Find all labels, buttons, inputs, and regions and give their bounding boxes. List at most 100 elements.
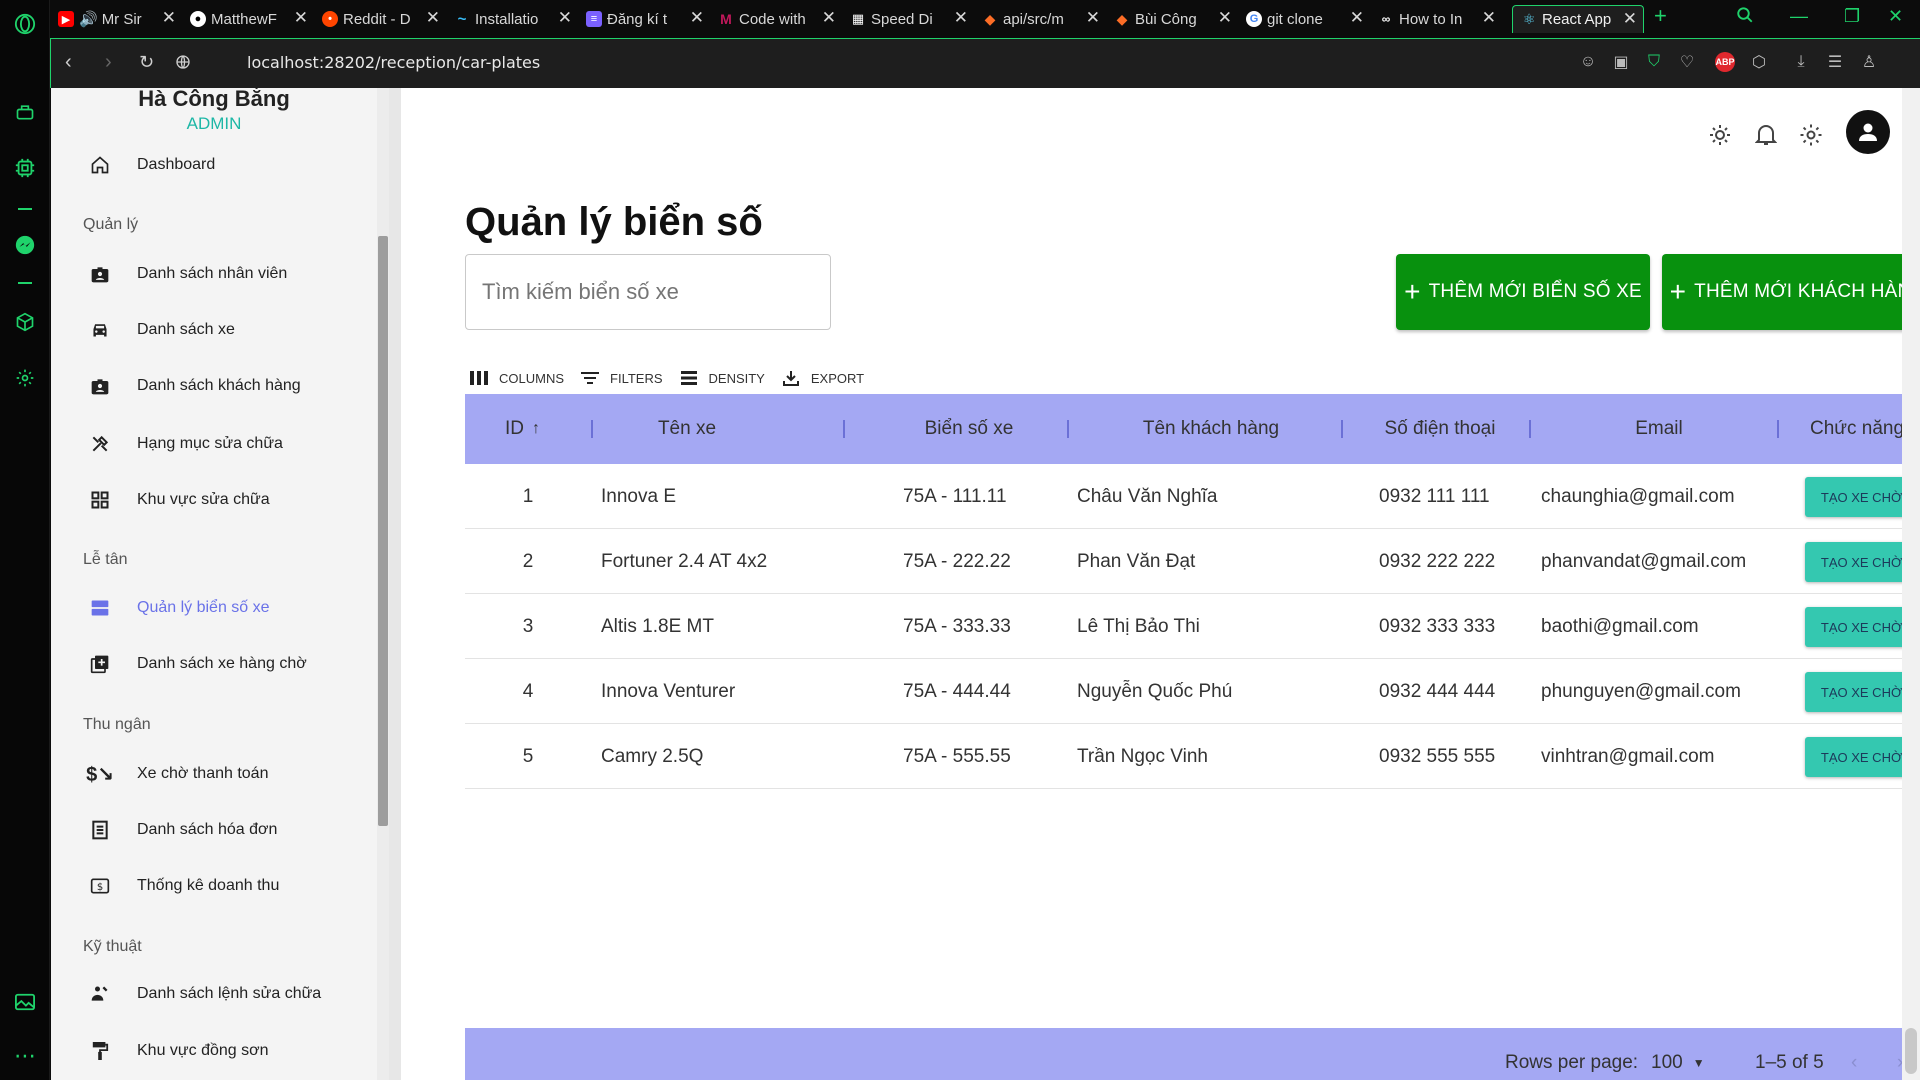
close-icon[interactable]: ✕ — [162, 8, 176, 28]
sidebar-item-plates[interactable]: Quản lý biển số xe — [89, 588, 369, 628]
column-header-id[interactable]: ID ↑ — [505, 394, 540, 464]
close-icon[interactable]: ✕ — [294, 8, 308, 28]
table-row[interactable]: 3 Altis 1.8E MT 75A - 333.33 Lê Thị Bảo … — [465, 594, 1920, 659]
close-icon[interactable]: ✕ — [954, 8, 968, 28]
avatar[interactable] — [1846, 110, 1890, 154]
sidebar-item-invoices[interactable]: Danh sách hóa đơn — [89, 810, 369, 850]
table-row[interactable]: 2 Fortuner 2.4 AT 4x2 75A - 222.22 Phan … — [465, 529, 1920, 594]
new-tab-icon[interactable]: + — [1654, 3, 1667, 29]
table-row[interactable]: 1 Innova E 75A - 111.11 Châu Văn Nghĩa 0… — [465, 464, 1920, 529]
wallpaper-icon[interactable] — [13, 990, 37, 1014]
tab-register[interactable]: ≡ Đăng kí t ✕ — [578, 5, 710, 33]
gx-control-icon[interactable] — [13, 100, 37, 124]
tab-youtube[interactable]: ▶ 🔊 Mr Sir ✕ — [50, 5, 182, 33]
page-scrollbar[interactable] — [1902, 88, 1920, 1080]
sidebar-item-revenue[interactable]: $ Thống kê doanh thu — [89, 866, 369, 906]
sidebar-item-paint-area[interactable]: Khu vực đồng sơn — [89, 1031, 369, 1071]
sidebar-item-repair-orders[interactable]: Danh sách lệnh sửa chữa — [89, 974, 369, 1014]
sidebar-scrollbar-thumb[interactable] — [378, 236, 388, 826]
profile-icon[interactable]: ♙ — [1859, 52, 1879, 72]
sidebar-item-repair-areas[interactable]: Khu vực sửa chữa — [89, 480, 369, 520]
opera-logo-icon[interactable] — [13, 12, 37, 36]
cpu-limiter-icon[interactable] — [13, 156, 37, 180]
infinity-icon: ∞ — [1381, 12, 1391, 26]
sidebar-item-repair-categories[interactable]: Hạng mục sửa chữa — [89, 424, 369, 464]
tab-speed-dial[interactable]: ▦ Speed Di ✕ — [842, 5, 974, 33]
close-icon[interactable]: ✕ — [1218, 8, 1232, 28]
column-header-email[interactable]: Email — [1535, 394, 1783, 464]
theme-toggle-icon[interactable] — [1707, 122, 1733, 148]
column-header-customer[interactable]: Tên khách hàng — [1073, 394, 1349, 464]
shield-icon[interactable]: ⛉ — [1644, 52, 1664, 72]
add-plate-button[interactable]: + THÊM MỚI BIỂN SỐ XE — [1396, 254, 1650, 330]
filters-button[interactable]: FILTERS — [580, 369, 663, 387]
column-header-car[interactable]: Tên xe — [597, 394, 777, 464]
search-input[interactable] — [465, 254, 831, 330]
site-info-icon[interactable] — [175, 53, 191, 76]
close-icon[interactable]: ✕ — [426, 8, 440, 28]
cube-icon[interactable] — [13, 310, 37, 334]
page-scrollbar-thumb[interactable] — [1905, 1028, 1917, 1074]
reload-icon[interactable]: ↻ — [139, 52, 154, 73]
search-icon[interactable] — [1736, 6, 1754, 29]
column-header-actions[interactable]: Chức năng — [1783, 394, 1920, 464]
sidebar-item-awaiting-payment[interactable]: $↘ Xe chờ thanh toán — [86, 754, 369, 794]
restore-icon[interactable]: ❐ — [1844, 6, 1860, 27]
sidebar-item-queue[interactable]: Danh sách xe hàng chờ — [89, 644, 369, 684]
rows-per-page-select[interactable]: 100 ▼ — [1651, 1052, 1705, 1074]
emoji-icon[interactable]: ☺ — [1578, 52, 1598, 72]
download-icon[interactable]: ⤓ — [1791, 52, 1811, 72]
column-separator[interactable] — [591, 420, 593, 438]
column-separator[interactable] — [1341, 420, 1343, 438]
close-window-icon[interactable]: ✕ — [1888, 6, 1903, 27]
export-button[interactable]: EXPORT — [781, 369, 864, 387]
close-icon[interactable]: ✕ — [558, 8, 572, 28]
sidebar-item-cars[interactable]: Danh sách xe — [89, 310, 369, 350]
column-separator[interactable] — [843, 420, 845, 438]
tab-code-with[interactable]: M Code with ✕ — [710, 5, 842, 33]
close-icon[interactable]: ✕ — [1482, 8, 1496, 28]
settings-icon[interactable] — [13, 366, 37, 390]
column-header-phone[interactable]: Số điện thoại — [1347, 394, 1533, 464]
arrow-up-icon[interactable]: ↑ — [532, 420, 540, 438]
close-icon[interactable]: ✕ — [1086, 8, 1100, 28]
table-row[interactable]: 4 Innova Venturer 75A - 444.44 Nguyễn Qu… — [465, 659, 1920, 724]
table-row[interactable]: 5 Camry 2.5Q 75A - 555.55 Trần Ngọc Vinh… — [465, 724, 1920, 789]
sidebar-item-staff[interactable]: Danh sách nhân viên — [89, 254, 369, 294]
tab-github[interactable]: ● MatthewF ✕ — [182, 5, 314, 33]
add-customer-button[interactable]: + THÊM MỚI KHÁCH HÀNG — [1662, 254, 1920, 330]
columns-button[interactable]: COLUMNS — [469, 369, 564, 387]
column-separator[interactable] — [1529, 420, 1531, 438]
tab-gitlab-api[interactable]: ◆ api/src/m ✕ — [974, 5, 1106, 33]
more-icon[interactable]: ⋯ — [13, 1043, 37, 1068]
notifications-icon[interactable] — [1753, 122, 1779, 148]
url-field[interactable]: localhost:28202/reception/car-plates — [247, 53, 540, 72]
tab-tailwind[interactable]: ~ Installatio ✕ — [446, 5, 578, 33]
sidebar-item-customers[interactable]: Danh sách khách hàng — [89, 366, 369, 406]
tab-how-to[interactable]: ∞ How to In ✕ — [1370, 5, 1502, 33]
settings-gear-icon[interactable] — [1798, 122, 1824, 148]
camera-icon[interactable]: ▣ — [1611, 52, 1631, 72]
extensions-cube-icon[interactable]: ⬡ — [1749, 52, 1769, 72]
column-separator[interactable] — [1067, 420, 1069, 438]
sidebar-item-dashboard[interactable]: Dashboard — [89, 145, 369, 185]
messenger-icon[interactable] — [13, 233, 37, 257]
easy-setup-icon[interactable]: ☰ — [1825, 52, 1845, 72]
tab-gitlab-user[interactable]: ◆ Bùi Công ✕ — [1106, 5, 1238, 33]
close-icon[interactable]: ✕ — [1350, 8, 1364, 28]
close-icon[interactable]: ✕ — [690, 8, 704, 28]
tab-google[interactable]: G git clone ✕ — [1238, 5, 1370, 33]
close-icon[interactable]: ✕ — [1623, 9, 1637, 29]
adblock-icon[interactable]: ABP — [1715, 52, 1735, 72]
close-icon[interactable]: ✕ — [822, 8, 836, 28]
density-button[interactable]: DENSITY — [679, 369, 765, 387]
forward-icon[interactable]: › — [105, 51, 112, 74]
back-icon[interactable]: ‹ — [65, 51, 72, 74]
minimize-icon[interactable]: — — [1790, 6, 1808, 27]
heart-icon[interactable]: ♡ — [1677, 52, 1697, 72]
column-header-plate[interactable]: Biển số xe — [849, 394, 1089, 464]
tab-reddit[interactable]: • Reddit - D ✕ — [314, 5, 446, 33]
column-separator[interactable] — [1777, 420, 1779, 438]
tab-react-app[interactable]: ⚛ React App ✕ — [1512, 5, 1644, 33]
prev-page-icon[interactable]: ‹ — [1851, 1052, 1857, 1074]
